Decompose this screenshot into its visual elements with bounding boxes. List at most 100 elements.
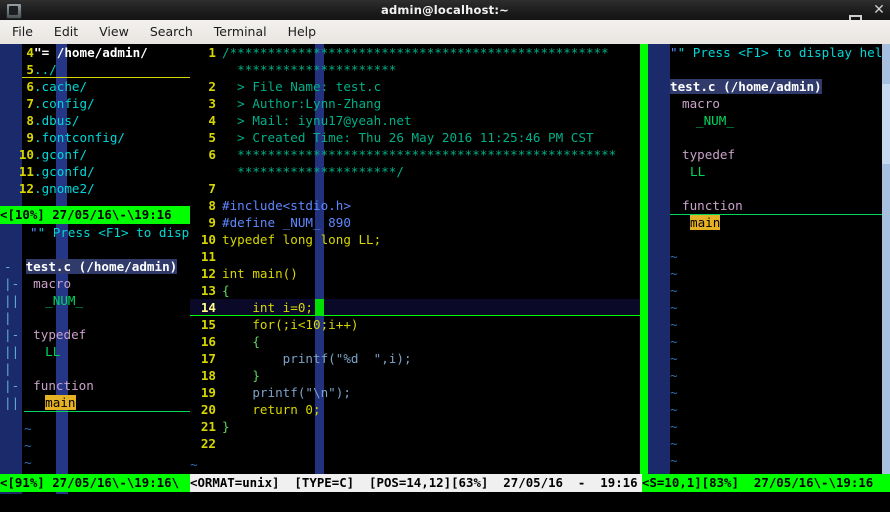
line-number: 4 (26, 45, 34, 60)
terminal-body[interactable]: 4"= /home/admin/ 5../ 6.cache/ 7.config/… (0, 44, 890, 512)
code-line[interactable]: 9 #define _NUM_ 890 (190, 214, 640, 231)
code-line[interactable]: 10 typedef long long LL; (190, 231, 640, 248)
nerdtree-row[interactable]: 6.cache/ (0, 78, 190, 95)
fold-icon[interactable]: |- (4, 327, 19, 342)
tagbar-right-file-row[interactable]: test.c (/home/admin) (648, 78, 890, 95)
tagbar-right-tag-row[interactable]: _NUM_ (648, 112, 890, 129)
tilde-icon: ~ (670, 351, 678, 366)
tagbar-right-kind-row[interactable]: typedef (648, 146, 890, 163)
menu-help[interactable]: Help (279, 22, 326, 42)
tilde-icon: ~ (670, 334, 678, 349)
tagbar-right-tilde: ~ (648, 452, 890, 469)
code-line[interactable]: 22 (190, 435, 640, 452)
nerdtree-row[interactable]: 7.config/ (0, 95, 190, 112)
editor-pane[interactable]: 1 /**************************************… (190, 44, 640, 474)
menu-edit[interactable]: Edit (45, 22, 87, 42)
tagbar-left-kind-row[interactable]: |- typedef (0, 326, 190, 343)
menu-view[interactable]: View (90, 22, 138, 42)
line-number: 11 (200, 249, 216, 264)
code-line[interactable]: 4 > Mail: iynu17@yeah.net (190, 112, 640, 129)
nerdtree-label: .fontconfig/ (34, 130, 125, 145)
tilde-icon: ~ (24, 421, 32, 436)
nerdtree-row[interactable]: 10.gconf/ (0, 146, 190, 163)
code-line[interactable]: 5 > Created Time: Thu 26 May 2016 11:25:… (190, 129, 640, 146)
nerdtree-label: .config/ (34, 96, 95, 111)
line-number: 12 (200, 266, 216, 281)
menu-file[interactable]: File (3, 22, 42, 42)
tagbar-right-tilde: ~ (648, 435, 890, 452)
tagbar-left-kind: function (33, 378, 94, 393)
tilde-icon: ~ (670, 249, 678, 264)
code-text: #define _NUM_ 890 (222, 215, 351, 230)
line-number: 16 (200, 334, 216, 349)
tagbar-left-tag-row[interactable]: || LL (0, 343, 190, 360)
code-line[interactable]: ********************* (190, 61, 640, 78)
tagbar-left-file-row[interactable]: - test.c (/home/admin) (0, 258, 190, 275)
code-line[interactable]: 11 (190, 248, 640, 265)
tilde-icon: ~ (670, 368, 678, 383)
tagbar-left-help-text: " Press <F1> to disp (37, 225, 190, 240)
tagbar-right-kind-row[interactable]: function (648, 197, 890, 214)
code-line[interactable]: 1 /**************************************… (190, 44, 640, 61)
code-text: return 0; (222, 402, 321, 417)
code-line[interactable]: 2 > File Name: test.c (190, 78, 640, 95)
menu-search[interactable]: Search (141, 22, 202, 42)
tagbar-right-tilde: ~ (648, 282, 890, 299)
menu-terminal[interactable]: Terminal (205, 22, 276, 42)
line-number: 6 (26, 79, 34, 94)
tagbar-right-kind-row[interactable]: macro (648, 95, 890, 112)
nerdtree-row[interactable]: 5../ (0, 61, 190, 78)
nerdtree-row[interactable]: 9.fontconfig/ (0, 129, 190, 146)
tilde-icon: ~ (670, 317, 678, 332)
tagbar-left-pane[interactable]: "" Press <F1> to disp - test.c (/home/adm… (0, 224, 190, 494)
code-line[interactable]: 13 { (190, 282, 640, 299)
code-line[interactable]: 12 int main() (190, 265, 640, 282)
tagbar-right-tag-row[interactable]: main (648, 214, 890, 231)
code-text: /***************************************… (222, 45, 609, 60)
tagbar-left-tag-row[interactable]: || main (0, 394, 190, 411)
line-number: 8 (26, 113, 34, 128)
nerdtree-row[interactable]: 12.gnome2/ (0, 180, 190, 197)
nerdtree-label: .gconf/ (34, 147, 88, 162)
menu-bar: File Edit View Search Terminal Help (0, 20, 890, 45)
tagbar-left-statusline: <[91%] 27/05/16\-\19:16\ (0, 474, 190, 492)
nerdtree-row[interactable]: 8.dbus/ (0, 112, 190, 129)
code-line[interactable]: 15 for(;i<10;i++) (190, 316, 640, 333)
code-line[interactable]: 3 > Author:Lynn-Zhang (190, 95, 640, 112)
vertical-scrollbar[interactable] (882, 44, 890, 474)
code-line-current[interactable]: 14 int i=0; (190, 299, 640, 316)
close-button[interactable]: ✕ (872, 0, 886, 20)
nerdtree-pane[interactable]: 4"= /home/admin/ 5../ 6.cache/ 7.config/… (0, 44, 190, 206)
tagbar-right-pane[interactable]: "" Press <F1> to display hel test.c (/ho… (648, 44, 890, 474)
tagbar-left-kind: typedef (33, 327, 87, 342)
code-line[interactable]: 21} (190, 418, 640, 435)
tilde-icon: ~ (670, 453, 678, 468)
code-line[interactable]: 18 } (190, 367, 640, 384)
code-line[interactable]: 20 return 0; (190, 401, 640, 418)
code-text: int i=0; (222, 300, 313, 315)
code-text: int main() (222, 266, 298, 281)
editor-statusline: <ORMAT=unix] [TYPE=C] [POS=14,12][63%] 2… (190, 474, 642, 492)
pipe-icon: || (4, 395, 20, 410)
pipe-icon: | (4, 310, 12, 325)
fold-icon[interactable]: - (4, 259, 12, 274)
code-line[interactable]: 17 printf("%d ",i); (190, 350, 640, 367)
scrollbar-thumb[interactable] (882, 84, 890, 164)
code-line[interactable]: 19 printf("\n"); (190, 384, 640, 401)
code-line[interactable]: 16 { (190, 333, 640, 350)
nerdtree-row[interactable]: 4"= /home/admin/ (0, 44, 190, 61)
fold-icon[interactable]: |- (4, 378, 19, 393)
tagbar-right-tag-row[interactable]: LL (648, 163, 890, 180)
tagbar-left-tag-row[interactable]: || _NUM_ (0, 292, 190, 309)
nerdtree-row[interactable]: 11.gconfd/ (0, 163, 190, 180)
code-line[interactable]: 8 #include<stdio.h> (190, 197, 640, 214)
tagbar-left-kind-row[interactable]: |- function (0, 377, 190, 394)
code-text: typedef long long LL; (222, 232, 382, 247)
fold-icon[interactable]: |- (4, 276, 19, 291)
code-line[interactable]: *********************/ (190, 163, 640, 180)
tagbar-right-kind: macro (682, 96, 720, 111)
code-line[interactable]: 7 (190, 180, 640, 197)
code-line[interactable]: 6 **************************************… (190, 146, 640, 163)
tagbar-left-kind-row[interactable]: |- macro (0, 275, 190, 292)
line-number: 15 (200, 317, 216, 332)
